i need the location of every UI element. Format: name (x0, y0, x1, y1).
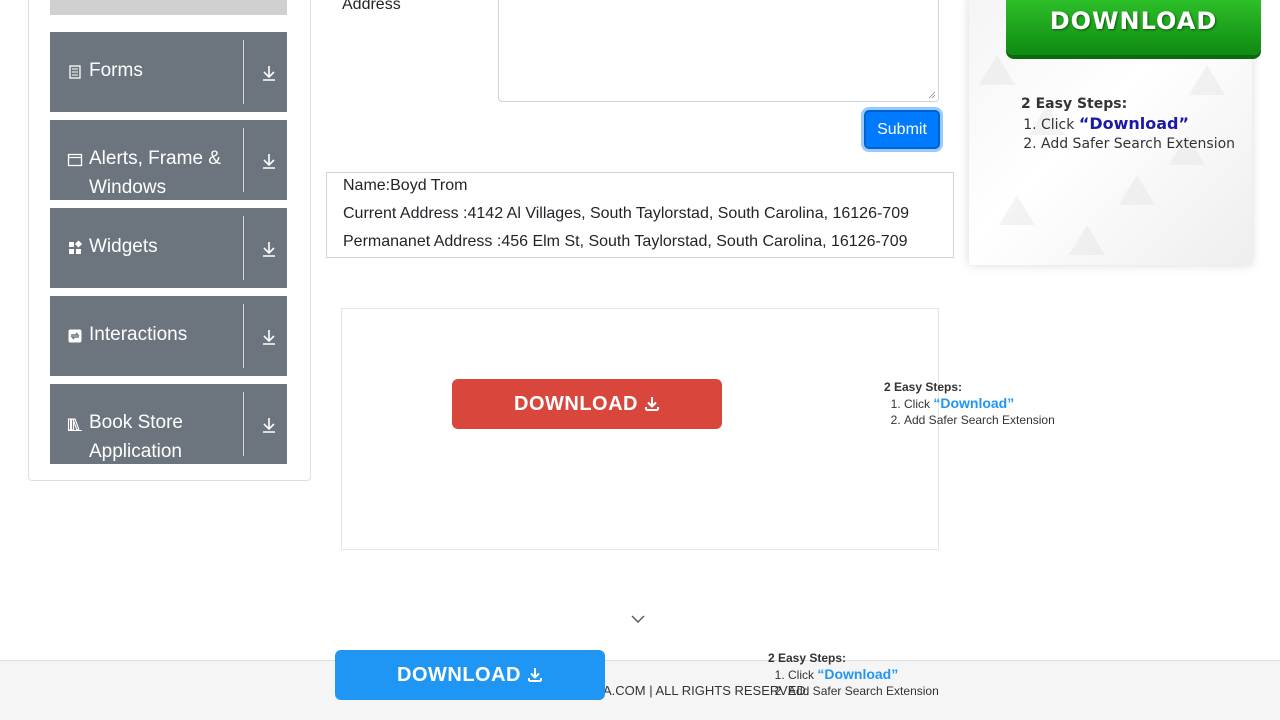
ad-download-label: DOWNLOAD (514, 392, 638, 415)
sidebar-item-interactions[interactable]: Interactions (50, 296, 287, 376)
footer-ad-step-2: Add Safer Search Extension (788, 683, 939, 699)
ad-steps: 2 Easy Steps: Click “Download” Add Safer… (884, 379, 1055, 428)
interactions-icon (68, 329, 82, 343)
sidebar-item-label: Alerts, Frame & Windows (89, 148, 221, 198)
divider (243, 40, 244, 104)
green-download-button[interactable]: DOWNLOAD (1006, 0, 1261, 55)
sidebar-item-label: Book Store Application (89, 412, 183, 462)
resize-handle[interactable] (928, 91, 936, 99)
address-label: Address (342, 0, 401, 13)
address-textarea[interactable] (498, 0, 939, 102)
ad-step-2: Add Safer Search Extension (904, 412, 1055, 428)
download-icon[interactable] (260, 152, 278, 170)
right-ad-steps-title: 2 Easy Steps: (1021, 96, 1128, 112)
divider (243, 392, 244, 456)
sidebar-item-forms[interactable]: Forms (50, 32, 287, 112)
window-icon (67, 153, 83, 167)
footer-download-button[interactable]: DOWNLOAD (335, 650, 605, 700)
sidebar-item-widgets[interactable]: Widgets (50, 208, 287, 288)
ad-download-button[interactable]: DOWNLOAD (452, 379, 722, 429)
divider (243, 304, 244, 368)
divider (243, 128, 244, 192)
sidebar-item-label: Widgets (89, 236, 158, 257)
right-ad-step-2: Add Safer Search Extension (1041, 135, 1235, 154)
ad-container (341, 308, 939, 550)
divider (243, 216, 244, 280)
sidebar-scroll-top (50, 0, 287, 15)
download-icon[interactable] (260, 240, 278, 258)
download-icon (527, 668, 542, 682)
ad-step-1: Click “Download” (904, 395, 1055, 412)
ad-steps-title: 2 Easy Steps: (884, 380, 963, 394)
footer-ad-steps: 2 Easy Steps: Click “Download” Add Safer… (768, 650, 939, 699)
form-icon (69, 65, 81, 79)
download-icon[interactable] (260, 328, 278, 346)
output-permanent-address: Permananet Address :456 Elm St, South Ta… (343, 233, 908, 250)
right-ad-steps: 2 Easy Steps: Click “Download” Add Safer… (1021, 95, 1235, 154)
output-name: Name:Boyd Trom (343, 177, 468, 194)
sidebar-item-book-store[interactable]: Book Store Application (50, 384, 287, 464)
sidebar-item-label: Forms (89, 60, 143, 81)
submit-button[interactable]: Submit (864, 110, 940, 149)
download-icon (644, 397, 659, 411)
download-icon[interactable] (260, 416, 278, 434)
output-current-address: Current Address :4142 Al Villages, South… (343, 205, 909, 222)
chevron-down-icon[interactable] (631, 613, 645, 625)
footer-download-label: DOWNLOAD (397, 663, 521, 686)
widgets-icon (69, 240, 83, 254)
books-icon (67, 418, 82, 431)
footer-ad-steps-title: 2 Easy Steps: (768, 651, 847, 665)
download-icon[interactable] (260, 64, 278, 82)
footer-ad-step-1: Click “Download” (788, 666, 939, 683)
output-panel: Name:Boyd Trom Current Address :4142 Al … (326, 172, 954, 258)
right-ad-step-1: Click “Download” (1041, 114, 1235, 135)
sidebar-item-label: Interactions (89, 324, 188, 345)
sidebar-item-alerts[interactable]: Alerts, Frame & Windows (50, 120, 287, 200)
